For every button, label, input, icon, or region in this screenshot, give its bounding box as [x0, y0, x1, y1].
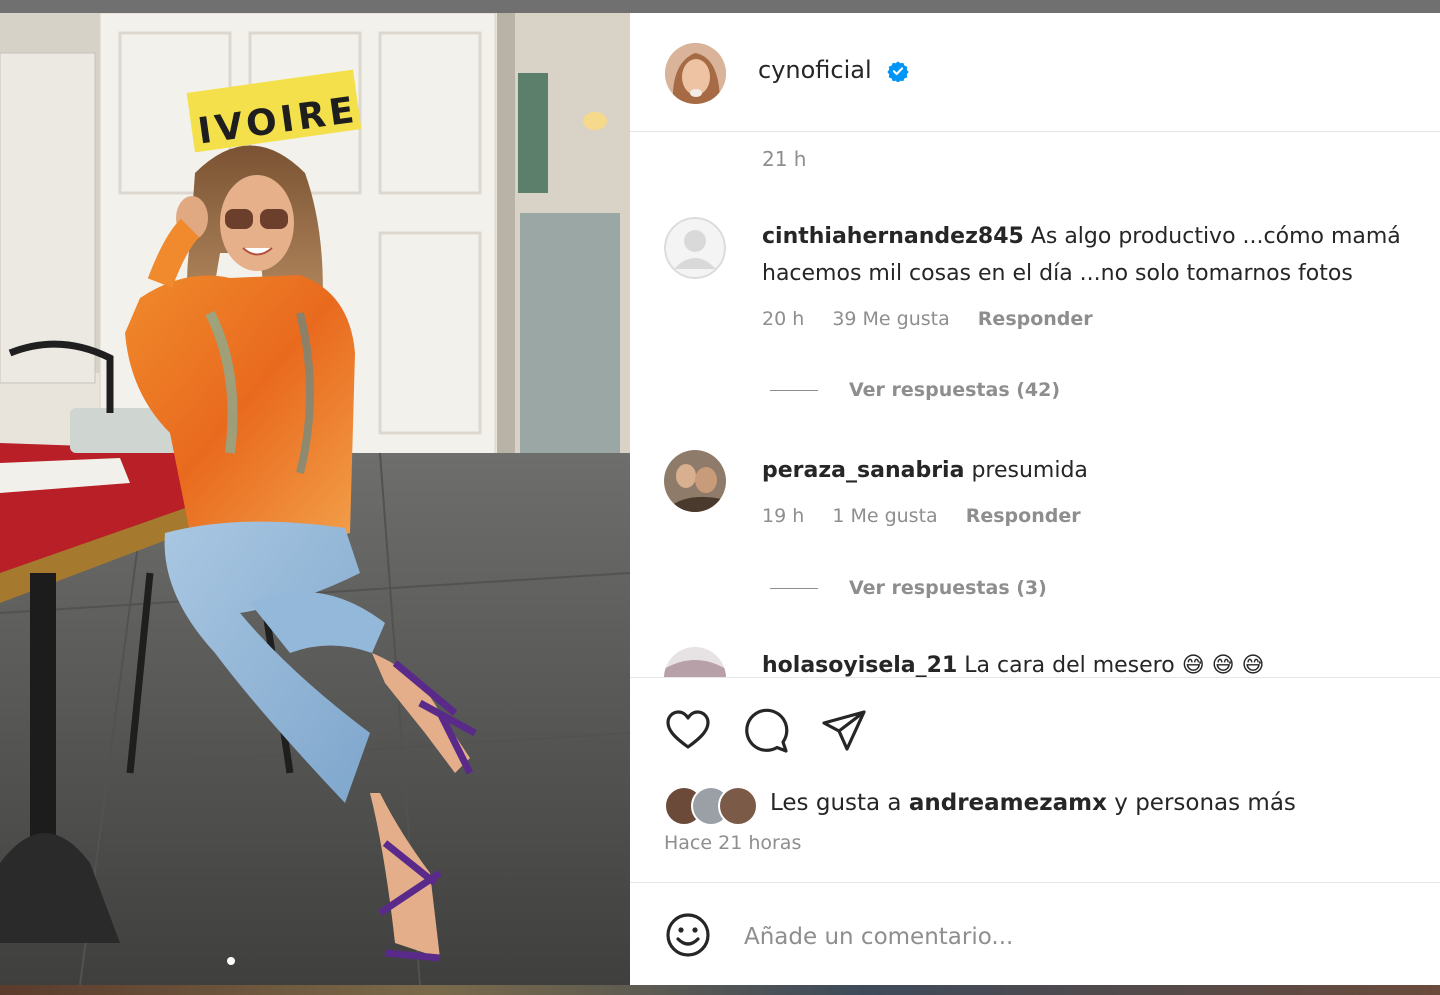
reply-button[interactable]: Responder [978, 308, 1093, 330]
likes-suffix: y personas más [1114, 790, 1296, 816]
view-replies-label: Ver respuestas (3) [849, 577, 1047, 599]
view-replies-label: Ver respuestas (42) [849, 379, 1061, 401]
post-timestamp: Hace 21 horas [664, 832, 802, 854]
caption-timestamp: 21 h [762, 147, 807, 171]
author-username[interactable]: cynoficial [758, 56, 872, 84]
comment-body: cinthiahernandez845 As algo productivo .… [762, 218, 1440, 292]
post-photo[interactable]: IVOIRE [0, 13, 630, 985]
replies-line [770, 588, 818, 589]
likes-prefix: Les gusta a [770, 790, 902, 816]
comment-like-count[interactable]: 39 Me gusta [832, 308, 949, 330]
emoji-icon[interactable] [664, 911, 712, 959]
post-header: cynoficial [630, 13, 1440, 132]
comment-time: 20 h [762, 308, 805, 330]
comment-text: La cara del mesero 😅 😅 😅 [964, 653, 1265, 677]
comment-body: peraza_sanabria presumida [762, 452, 1440, 489]
verified-badge-icon [887, 61, 909, 82]
liker-username[interactable]: andreamezamx [909, 790, 1107, 816]
replies-line [770, 390, 818, 391]
comments-list[interactable]: 21 h cinthiahernandez845 As algo product… [630, 132, 1440, 677]
comment-text: presumida [971, 458, 1088, 483]
comment-icon[interactable] [742, 707, 790, 755]
photo-illustration: IVOIRE [0, 13, 630, 985]
comment-avatar[interactable] [664, 450, 726, 512]
reply-button[interactable]: Responder [966, 505, 1081, 527]
bottom-frame-bar [0, 985, 1440, 995]
comment-username[interactable]: holasoyisela_21 [762, 653, 957, 677]
carousel-dot-active [227, 957, 235, 965]
comment-body: holasoyisela_21 La cara del mesero 😅 😅 😅 [762, 647, 1440, 677]
comment-time: 19 h [762, 505, 805, 527]
author-avatar[interactable] [665, 43, 726, 104]
post-side-panel: cynoficial 21 h cinthiahernandez845 As a… [630, 13, 1440, 985]
comment-meta: 19 h 1 Me gusta Responder [762, 505, 1103, 527]
comment-input[interactable] [742, 919, 1366, 955]
liked-by-text[interactable]: Les gusta a andreamezamx y personas más [770, 790, 1296, 816]
comment-meta: 20 h 39 Me gusta Responder [762, 308, 1115, 330]
heart-icon[interactable] [664, 707, 712, 755]
view-replies-button[interactable]: Ver respuestas (3) [770, 577, 1047, 599]
view-replies-button[interactable]: Ver respuestas (42) [770, 379, 1060, 401]
post-actions: Les gusta a andreamezamx y personas más … [630, 677, 1440, 883]
comment-text-line2: hacemos mil cosas en el día ...no solo t… [762, 261, 1353, 286]
comment-username[interactable]: cinthiahernandez845 [762, 224, 1024, 249]
liker-avatar [718, 786, 758, 826]
comment-avatar[interactable] [664, 217, 726, 279]
comment-like-count[interactable]: 1 Me gusta [832, 505, 937, 527]
top-frame-bar [0, 0, 1440, 13]
comment-composer [630, 882, 1440, 985]
share-icon[interactable] [820, 707, 868, 755]
comment-text: As algo productivo ...cómo mamá [1030, 224, 1401, 249]
comment-avatar[interactable] [664, 647, 726, 677]
comment-username[interactable]: peraza_sanabria [762, 458, 964, 483]
